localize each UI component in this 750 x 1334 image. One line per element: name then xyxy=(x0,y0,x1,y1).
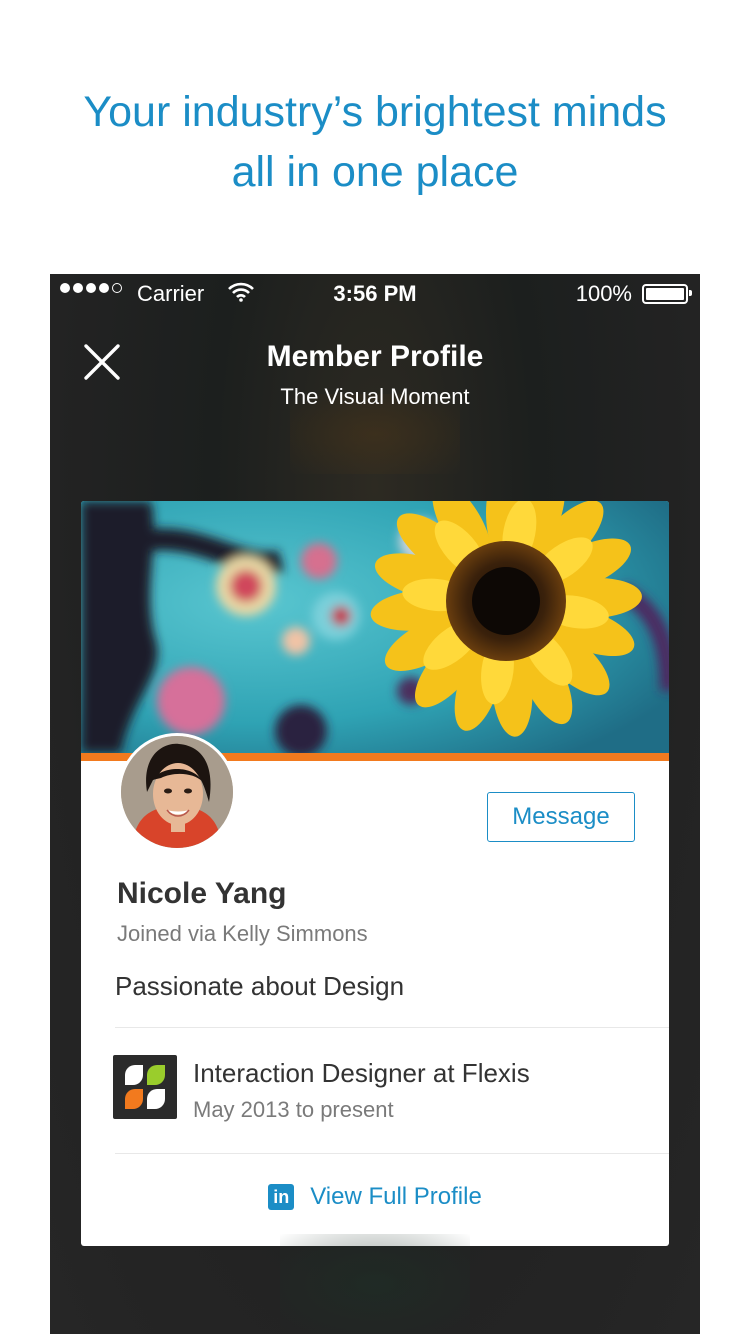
divider xyxy=(115,1027,669,1028)
message-button[interactable]: Message xyxy=(487,792,635,842)
position-dates: May 2013 to present xyxy=(193,1097,394,1122)
member-bio: Passionate about Design xyxy=(115,971,405,1001)
view-full-profile-label: View Full Profile xyxy=(310,1183,482,1210)
profile-card: Message Nicole Yang Joined via Kelly Sim… xyxy=(81,501,669,1246)
divider xyxy=(115,1153,669,1154)
background-glow xyxy=(280,1234,470,1334)
view-full-profile-link[interactable]: in View Full Profile xyxy=(81,1183,669,1211)
page-subtitle: The Visual Moment xyxy=(280,384,470,409)
flexis-logo-icon xyxy=(113,1055,177,1119)
tagline: Your industry’s brightest minds all in o… xyxy=(0,82,750,202)
avatar xyxy=(118,733,236,851)
battery-percent: 100% xyxy=(575,281,632,306)
position-title: Interaction Designer at Flexis xyxy=(193,1058,530,1088)
tagline-line-1: Your industry’s brightest minds xyxy=(83,88,667,136)
status-bar: Carrier 3:56 PM 100% xyxy=(50,274,700,314)
member-name: Nicole Yang xyxy=(117,877,287,910)
battery-icon xyxy=(642,284,692,304)
joined-via: Joined via Kelly Simmons xyxy=(117,921,368,946)
phone-screen: Carrier 3:56 PM 100% Member Profile The … xyxy=(50,274,700,1334)
tagline-line-2: all in one place xyxy=(231,148,519,196)
linkedin-icon: in xyxy=(268,1184,295,1210)
cover-photo xyxy=(81,501,669,753)
page-title: Member Profile xyxy=(266,340,484,373)
